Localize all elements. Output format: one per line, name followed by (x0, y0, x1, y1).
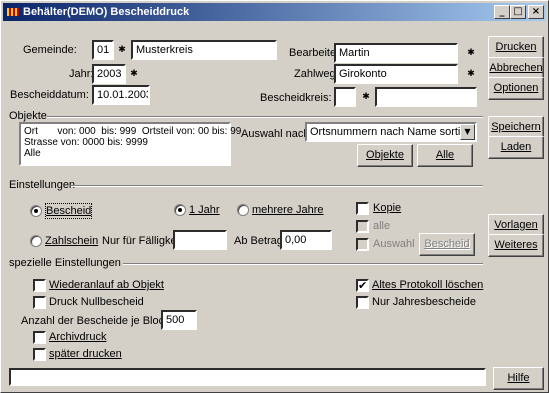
zahlweg-lookup-icon[interactable]: ✱ (466, 69, 476, 79)
objekte-line-1: Ort von: 000 bis: 999 Ortsteil von: 00 b… (24, 126, 242, 137)
objekte-summary-box: Ort von: 000 bis: 999 Ortsteil von: 00 b… (19, 122, 242, 166)
window-title: Behälter(DEMO) Bescheiddruck (23, 6, 190, 18)
bescheid-radio-label[interactable]: Bescheid (44, 203, 93, 219)
close-button[interactable]: × (528, 5, 544, 19)
bescheid-button-label: Bescheid (424, 238, 470, 250)
wiederanlauf-checkbox[interactable] (33, 279, 46, 292)
laden-button[interactable]: Laden (488, 136, 544, 159)
kopie-label[interactable]: Kopie (373, 201, 401, 215)
spezielle-divider (123, 263, 483, 265)
einstellungen-group-label: Einstellungen (9, 179, 76, 191)
gemeinde-code-field[interactable]: 01 (92, 40, 114, 60)
nur-faelligkeit-field[interactable] (173, 230, 227, 250)
spaeter-drucken-label[interactable]: später drucken (49, 347, 122, 361)
spaeter-drucken-checkbox[interactable] (33, 348, 46, 361)
anzahl-label: Anzahl der Bescheide je Block: (21, 315, 173, 327)
zahlschein-radio[interactable] (30, 235, 42, 247)
ein-jahr-radio[interactable] (174, 204, 186, 216)
bescheiddatum-field[interactable]: 10.01.2003 (92, 85, 150, 105)
objekte-group-label: Objekte (9, 110, 47, 122)
maximize-button[interactable]: □ (510, 5, 526, 19)
spezielle-group-label: spezielle Einstellungen (9, 257, 121, 269)
alle-button[interactable]: Alle (417, 144, 473, 167)
app-icon (6, 6, 20, 18)
laden-label: Laden (500, 141, 532, 153)
ab-betrag-label: Ab Betrag: (234, 235, 286, 247)
bearbeiter-field[interactable]: Martin (334, 43, 458, 63)
archivdruck-label[interactable]: Archivdruck (49, 330, 106, 344)
alle-button-label: Alle (435, 149, 455, 161)
drucken-label: Drucken (495, 41, 537, 53)
druck-null-checkbox[interactable] (33, 296, 46, 309)
optionen-label: Optionen (493, 82, 539, 94)
mehrere-jahre-radio[interactable] (237, 204, 249, 216)
objekte-button-label: Objekte (366, 149, 404, 161)
objekte-line-2: Strasse von: 0000 bis: 9999 (24, 137, 148, 148)
nur-jahres-checkbox[interactable] (356, 296, 369, 309)
jahr-lookup-icon[interactable]: ✱ (129, 69, 139, 79)
zahlweg-field[interactable]: Girokonto (334, 64, 458, 84)
status-field (9, 368, 486, 386)
bescheid-radio[interactable] (30, 205, 42, 217)
optionen-button[interactable]: Optionen (488, 77, 544, 100)
nur-jahres-label[interactable]: Nur Jahresbescheide (372, 295, 476, 309)
vorlagen-label: Vorlagen (494, 219, 538, 231)
auswahl-nach-select[interactable]: Ortsnummern nach Name sortiert ▼ (305, 122, 477, 142)
objekte-button[interactable]: Objekte (357, 144, 413, 167)
gemeinde-lookup-icon[interactable]: ✱ (117, 45, 127, 55)
bearbeiter-lookup-icon[interactable]: ✱ (466, 48, 476, 58)
archivdruck-checkbox[interactable] (33, 331, 46, 344)
bescheidkreis-label: Bescheidkreis: (260, 92, 332, 104)
bescheidkreis-name-field[interactable] (375, 87, 477, 107)
auswahl-checkbox-label: Auswahl (373, 238, 415, 250)
weiteres-button[interactable]: Weiteres (488, 234, 544, 257)
auswahl-nach-label: Auswahl nach: (241, 128, 313, 140)
altes-protokoll-label[interactable]: Altes Protokoll löschen (372, 278, 483, 292)
wiederanlauf-label[interactable]: Wiederanlauf ab Objekt (49, 278, 164, 292)
jahr-field[interactable]: 2003 (92, 64, 126, 84)
ab-betrag-field[interactable]: 0,00 (280, 230, 332, 250)
druck-null-label[interactable]: Druck Nullbescheid (49, 295, 144, 309)
bescheiddatum-label: Bescheiddatum: (10, 89, 89, 101)
jahr-label: Jahr: (69, 68, 94, 80)
zahlweg-label: Zahlweg: (294, 68, 339, 80)
ein-jahr-label[interactable]: 1 Jahr (189, 203, 220, 217)
auswahl-checkbox[interactable] (356, 238, 369, 251)
speichern-label: Speichern (491, 121, 541, 133)
zahlschein-label[interactable]: Zahlschein (45, 234, 98, 248)
alle-checkbox-label: alle (373, 220, 391, 232)
anzahl-field[interactable]: 500 (161, 310, 197, 330)
title-bar[interactable]: Behälter(DEMO) Bescheiddruck _ □ × (3, 3, 546, 21)
bescheid-button[interactable]: Bescheid (419, 233, 475, 256)
hilfe-label: Hilfe (507, 372, 530, 384)
chevron-down-icon[interactable]: ▼ (460, 124, 475, 140)
abbrechen-label: Abbrechen (489, 62, 543, 74)
weiteres-label: Weiteres (494, 239, 538, 251)
alle-checkbox[interactable] (356, 220, 369, 233)
mehrere-jahre-label[interactable]: mehrere Jahre (252, 203, 324, 217)
kopie-checkbox[interactable] (356, 202, 369, 215)
auswahl-nach-value: Ortsnummern nach Name sortiert (310, 126, 474, 138)
bescheidkreis-lookup-icon[interactable]: ✱ (361, 92, 371, 102)
drucken-button[interactable]: Drucken (488, 36, 544, 59)
objekte-divider (47, 116, 483, 118)
altes-protokoll-checkbox[interactable]: ✔ (356, 279, 369, 292)
minimize-button[interactable]: _ (494, 5, 510, 19)
main-window: Behälter(DEMO) Bescheiddruck _ □ × Gemei… (0, 0, 549, 393)
objekte-line-3: Alle (24, 148, 41, 159)
einstellungen-divider (71, 185, 483, 187)
hilfe-button[interactable]: Hilfe (493, 367, 544, 390)
bescheidkreis-code-field[interactable] (334, 87, 356, 107)
gemeinde-label: Gemeinde: (23, 44, 77, 56)
gemeinde-name-field[interactable]: Musterkreis (131, 40, 277, 60)
